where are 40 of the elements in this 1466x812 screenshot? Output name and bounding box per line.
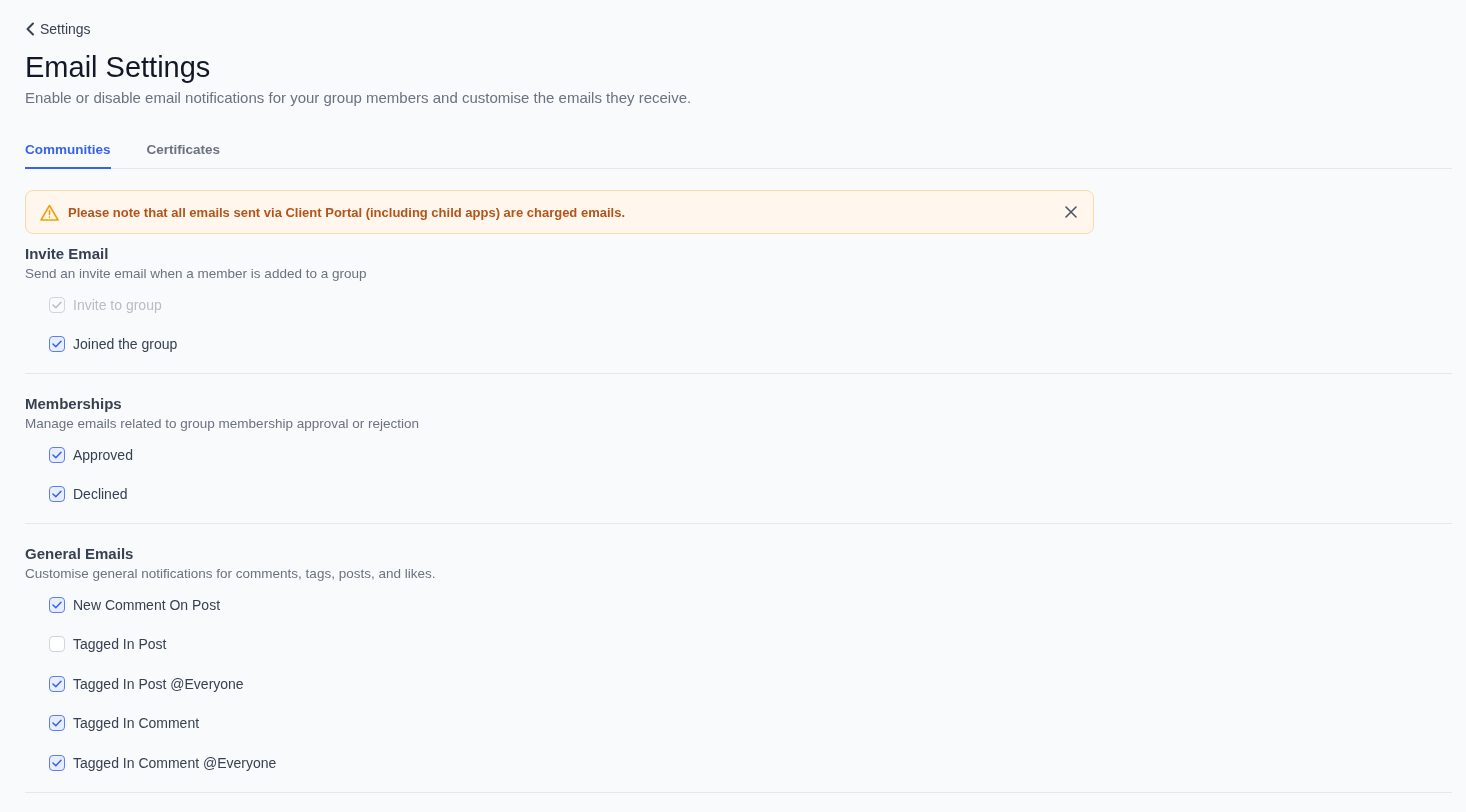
checkbox[interactable] — [49, 754, 65, 771]
chevron-left-icon — [25, 22, 35, 36]
checkmark-icon — [52, 450, 62, 459]
checkbox-label: Tagged In Post @Everyone — [73, 675, 244, 692]
section-description: Send an invite email when a member is added to a group — [25, 266, 368, 281]
section-title: Memberships — [25, 395, 123, 412]
checkmark-icon — [52, 600, 62, 609]
checkbox[interactable] — [49, 715, 65, 732]
close-icon — [1065, 206, 1077, 218]
checkmark-icon — [52, 758, 62, 767]
checkmark-icon — [52, 679, 62, 688]
checkbox-label: Tagged In Post — [73, 636, 167, 653]
checkmark-icon — [52, 340, 62, 349]
warning-icon — [40, 203, 59, 221]
checkbox[interactable] — [49, 486, 65, 503]
checkmark-icon — [52, 300, 62, 309]
checkbox-label: Invite to group — [73, 296, 162, 313]
page-title: Email Settings — [25, 51, 212, 84]
section-title: Invite Email — [25, 245, 110, 262]
checkbox-label: Approved — [73, 446, 133, 463]
page-subtitle: Enable or disable email notifications for your group members and customise the emails they receive. — [25, 89, 693, 106]
checkbox-label: Declined — [73, 486, 128, 503]
checkbox[interactable] — [49, 675, 65, 692]
checkbox-label: Tagged In Comment @Everyone — [73, 754, 277, 771]
tab[interactable]: Certificates — [146, 142, 221, 169]
section-description: Customise general notifications for comments, tags, posts, and likes. — [25, 566, 437, 581]
checkbox-label: New Comment On Post — [73, 596, 221, 613]
warning-message: Please note that all emails sent via Client Portal (including child apps) are charged emails. — [68, 204, 626, 220]
checkbox[interactable] — [49, 596, 65, 613]
checkbox-label: Joined the group — [73, 336, 178, 353]
section-description: Manage emails related to group membership approval or rejection — [25, 416, 420, 431]
checkbox[interactable] — [49, 446, 65, 463]
checkbox-label: Tagged In Comment — [73, 715, 200, 732]
tab[interactable]: Communities — [25, 142, 111, 169]
close-button[interactable] — [1063, 204, 1079, 220]
section-title: General Emails — [25, 545, 135, 562]
checkmark-icon — [52, 490, 62, 499]
checkbox[interactable] — [49, 336, 65, 353]
checkmark-icon — [52, 719, 62, 728]
back-link[interactable]: Settings — [25, 21, 91, 37]
